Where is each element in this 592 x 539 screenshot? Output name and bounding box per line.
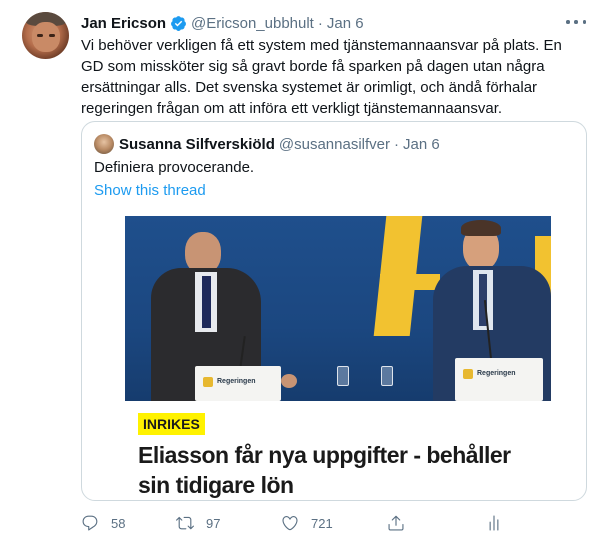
podium-label: Regeringen [477, 370, 516, 377]
tweet-date[interactable]: Jan 6 [327, 15, 364, 32]
reply-count: 58 [111, 515, 126, 531]
podium-right: Regeringen [455, 358, 543, 401]
water-glass [337, 366, 349, 386]
flag-stripe [380, 274, 440, 290]
government-crest-icon [463, 369, 473, 379]
author-handle[interactable]: @Ericson_ubbhult [191, 15, 314, 32]
retweet-icon [176, 516, 194, 530]
article-card[interactable]: Regeringen Regeringen INRIKES Eliasson f… [125, 216, 551, 500]
avatar-eye [37, 34, 43, 37]
quoted-tweet[interactable]: Susanna Silfverskiöld @susannasilfver · … [81, 121, 587, 501]
person-left-tie [202, 276, 211, 328]
government-crest-icon [203, 377, 213, 387]
quoted-tweet-header: Susanna Silfverskiöld @susannasilfver · … [119, 134, 440, 154]
avatar-face [32, 22, 60, 52]
quoted-tweet-date: Jan 6 [403, 135, 440, 153]
more-dot [582, 20, 586, 24]
analytics-icon [489, 515, 499, 531]
tweet-header: Jan Ericson @Ericson_ubbhult · Jan 6 [81, 13, 364, 33]
tweet-text: Vi behöver verkligen få ett system med t… [81, 37, 562, 117]
tweet-actions: 58 97 721 [81, 512, 586, 534]
article-headline: Eliasson får nya uppgifter - behåller si… [138, 442, 511, 498]
more-options-icon[interactable] [566, 15, 586, 29]
article-category-tag: INRIKES [138, 413, 205, 435]
like-icon [282, 516, 298, 531]
quoted-author-display-name: Susanna Silfverskiöld [119, 135, 275, 153]
person-right-hair [461, 220, 501, 236]
more-dot [574, 20, 578, 24]
author-display-name[interactable]: Jan Ericson [81, 15, 166, 32]
person-left-hand [281, 374, 297, 388]
retweet-button[interactable]: 97 [176, 512, 220, 534]
quoted-author-avatar [94, 134, 114, 154]
tweet[interactable]: Jan Ericson @Ericson_ubbhult · Jan 6 Vi … [0, 0, 592, 539]
show-thread-link[interactable]: Show this thread [94, 182, 206, 199]
more-dot [566, 20, 570, 24]
article-photo: Regeringen Regeringen [125, 216, 551, 401]
avatar-eye [49, 34, 55, 37]
retweet-count: 97 [206, 515, 221, 531]
separator-dot: · [317, 14, 323, 32]
podium-left: Regeringen [195, 366, 281, 401]
share-icon [388, 515, 404, 531]
like-button[interactable]: 721 [281, 512, 333, 534]
separator-dot: · [394, 135, 399, 153]
quoted-author-handle: @susannasilfver [278, 135, 390, 153]
share-button[interactable] [387, 512, 405, 534]
quoted-tweet-text: Definiera provocerande. [94, 159, 255, 176]
author-avatar[interactable] [22, 12, 69, 59]
analytics-button[interactable] [485, 512, 503, 534]
podium-label: Regeringen [217, 378, 256, 385]
water-glass [381, 366, 393, 386]
verified-badge-icon [171, 15, 186, 31]
like-count: 721 [311, 515, 333, 531]
reply-icon [82, 515, 98, 531]
reply-button[interactable]: 58 [81, 512, 125, 534]
